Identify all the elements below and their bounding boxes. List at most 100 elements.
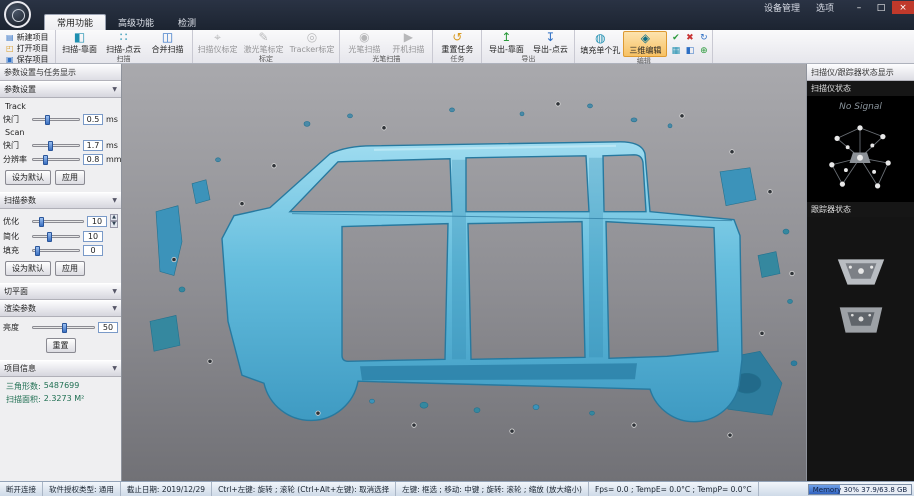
set-default-button[interactable]: 设为默认	[5, 170, 51, 185]
menu-options[interactable]: 选项	[808, 1, 842, 14]
section-title: 项目信息	[4, 363, 36, 374]
tab-inspection[interactable]: 检测	[166, 15, 208, 30]
button-label: 扫描-点云	[106, 44, 141, 55]
section-header-parameters[interactable]: 参数设置 ▼	[0, 81, 121, 98]
status-panel-title: 扫描仪/跟踪器状态显示	[807, 64, 914, 81]
new-project-button[interactable]: ▤ 新建项目	[4, 32, 51, 43]
resolution-value[interactable]: 0.8	[83, 154, 103, 165]
scan-group-label: Scan	[5, 128, 118, 137]
brightness-slider[interactable]	[32, 326, 95, 329]
slider-label: 简化	[3, 231, 29, 242]
new-project-icon: ▤	[6, 34, 14, 42]
section-header-clip-plane[interactable]: 切平面 ▼	[0, 283, 121, 300]
close-button[interactable]: ×	[892, 1, 914, 14]
slider-label: 分辨率	[3, 154, 29, 165]
export-surface-button[interactable]: ↥ 导出-靠面	[484, 31, 528, 55]
button-label: 导出-靠面	[489, 44, 524, 55]
export-pointcloud-icon: ↧	[545, 31, 555, 44]
temperature-readout: Fps= 0.0 ; TempE= 0.0°C ; TempP= 0.0°C	[589, 482, 759, 496]
scan-surface-icon: ◧	[74, 31, 85, 44]
scan-area-value: 2.3273 M²	[44, 394, 85, 405]
simplify-slider[interactable]	[32, 235, 80, 238]
save-project-icon: ▣	[6, 56, 14, 64]
tracker-calibration-button[interactable]: ◎ Tracker标定	[287, 31, 338, 55]
ribbon-group-scan: ◧ 扫描-靠面 ∷ 扫描-点云 ◫ 合并扫描 扫描	[56, 30, 193, 63]
scanner-status-header: 扫描仪状态	[807, 81, 914, 96]
power-scan-button[interactable]: ▶ 开机扫描	[386, 31, 430, 55]
tab-common-functions[interactable]: 常用功能	[44, 14, 106, 30]
apply-button[interactable]: 应用	[55, 170, 85, 185]
cancel-icon[interactable]: ✖	[683, 32, 696, 44]
connection-status[interactable]: 断开连接	[0, 482, 43, 496]
scan-pointcloud-button[interactable]: ∷ 扫描-点云	[102, 31, 146, 55]
button-label: 导出-点云	[533, 44, 568, 55]
track-shutter-slider[interactable]	[32, 118, 80, 121]
tracker-image-2	[832, 303, 890, 337]
chevron-down-icon: ▼	[112, 305, 117, 312]
open-project-icon: ◰	[6, 45, 14, 53]
license-deadline: 截止日期: 2019/12/29	[121, 482, 212, 496]
license-type: 软件授权类型: 通用	[43, 482, 121, 496]
app-logo	[4, 1, 31, 28]
track-group-label: Track	[5, 102, 118, 111]
simplify-value[interactable]: 10	[83, 231, 103, 242]
viewport-3d[interactable]	[122, 64, 806, 481]
optimize-slider[interactable]	[32, 220, 84, 223]
edit-tool-cluster: ✔ ✖ ↻ ▦ ◧ ⊕	[669, 32, 710, 57]
resolution-slider[interactable]	[32, 158, 80, 161]
scanner-device-graphic	[811, 112, 909, 200]
slider-label: 快门	[3, 114, 29, 125]
scan-shutter-slider[interactable]	[32, 144, 80, 147]
slider-label: 填充	[3, 245, 29, 256]
button-label: 三维编辑	[629, 45, 661, 56]
track-shutter-value[interactable]: 0.5	[83, 114, 103, 125]
undo-icon[interactable]: ↻	[697, 32, 710, 44]
select-tool-icon[interactable]: ◧	[683, 45, 696, 57]
open-project-button[interactable]: ◰ 打开项目	[4, 43, 51, 54]
chevron-down-icon: ▼	[112, 365, 117, 372]
reset-render-button[interactable]: 重置	[46, 338, 76, 353]
pen-scan-button[interactable]: ◉ 光笔扫描	[342, 31, 386, 55]
section-title: 渲染参数	[4, 303, 36, 314]
set-default-button[interactable]: 设为默认	[5, 261, 51, 276]
merge-scan-button[interactable]: ◫ 合并扫描	[146, 31, 190, 55]
optimize-spinner[interactable]: ▲▼	[110, 214, 118, 228]
button-label: 光笔扫描	[348, 44, 380, 55]
maximize-button[interactable]: □	[870, 1, 892, 14]
reset-task-button[interactable]: ↺ 重置任务	[435, 31, 479, 55]
section-header-scan-params[interactable]: 扫描参数 ▼	[0, 192, 121, 209]
parameter-panel: 参数设置与任务显示 参数设置 ▼ Track 快门 0.5 ms Scan 快门…	[0, 64, 122, 481]
confirm-icon[interactable]: ✔	[669, 32, 682, 44]
unit-label: mm	[106, 155, 118, 164]
scan-scene	[122, 64, 806, 481]
mesh-tool-icon[interactable]: ▦	[669, 45, 682, 57]
minimize-button[interactable]: –	[848, 1, 870, 14]
mesh-edit-icon: ◈	[641, 32, 650, 45]
tab-advanced-functions[interactable]: 高级功能	[106, 15, 166, 30]
section-header-render[interactable]: 渲染参数 ▼	[0, 300, 121, 317]
section-header-project-info[interactable]: 项目信息 ▼	[0, 360, 121, 377]
scan-surface-button[interactable]: ◧ 扫描-靠面	[58, 31, 102, 55]
brightness-value[interactable]: 50	[98, 322, 118, 333]
reset-task-icon: ↺	[452, 31, 462, 44]
section-title: 切平面	[4, 286, 28, 297]
button-label: 开机扫描	[392, 44, 424, 55]
optimize-value[interactable]: 10	[87, 216, 107, 227]
export-pointcloud-button[interactable]: ↧ 导出-点云	[528, 31, 572, 55]
scan-shutter-value[interactable]: 1.7	[83, 140, 103, 151]
mesh-edit-button[interactable]: ◈ 三维编辑	[623, 31, 667, 57]
fill-slider[interactable]	[32, 249, 80, 252]
fill-single-hole-button[interactable]: ◍ 填充单个孔	[577, 31, 623, 57]
slider-label: 优化	[3, 216, 29, 227]
apply-button[interactable]: 应用	[55, 261, 85, 276]
scan-pointcloud-icon: ∷	[120, 31, 128, 44]
group-label: 任务	[435, 55, 479, 64]
fill-value[interactable]: 0	[83, 245, 103, 256]
statusbar: 断开连接 软件授权类型: 通用 截止日期: 2019/12/29 Ctrl+左键…	[0, 481, 914, 496]
memory-label: Memory 30% 37.9/63.8 GB	[809, 485, 911, 494]
laser-pen-calibration-button[interactable]: ✎ 激光笔标定	[241, 31, 287, 55]
power-scan-icon: ▶	[404, 31, 413, 44]
scanner-calibration-button[interactable]: ⌖ 扫描仪标定	[195, 31, 241, 55]
add-tool-icon[interactable]: ⊕	[697, 45, 710, 57]
menu-device-management[interactable]: 设备管理	[756, 1, 808, 14]
